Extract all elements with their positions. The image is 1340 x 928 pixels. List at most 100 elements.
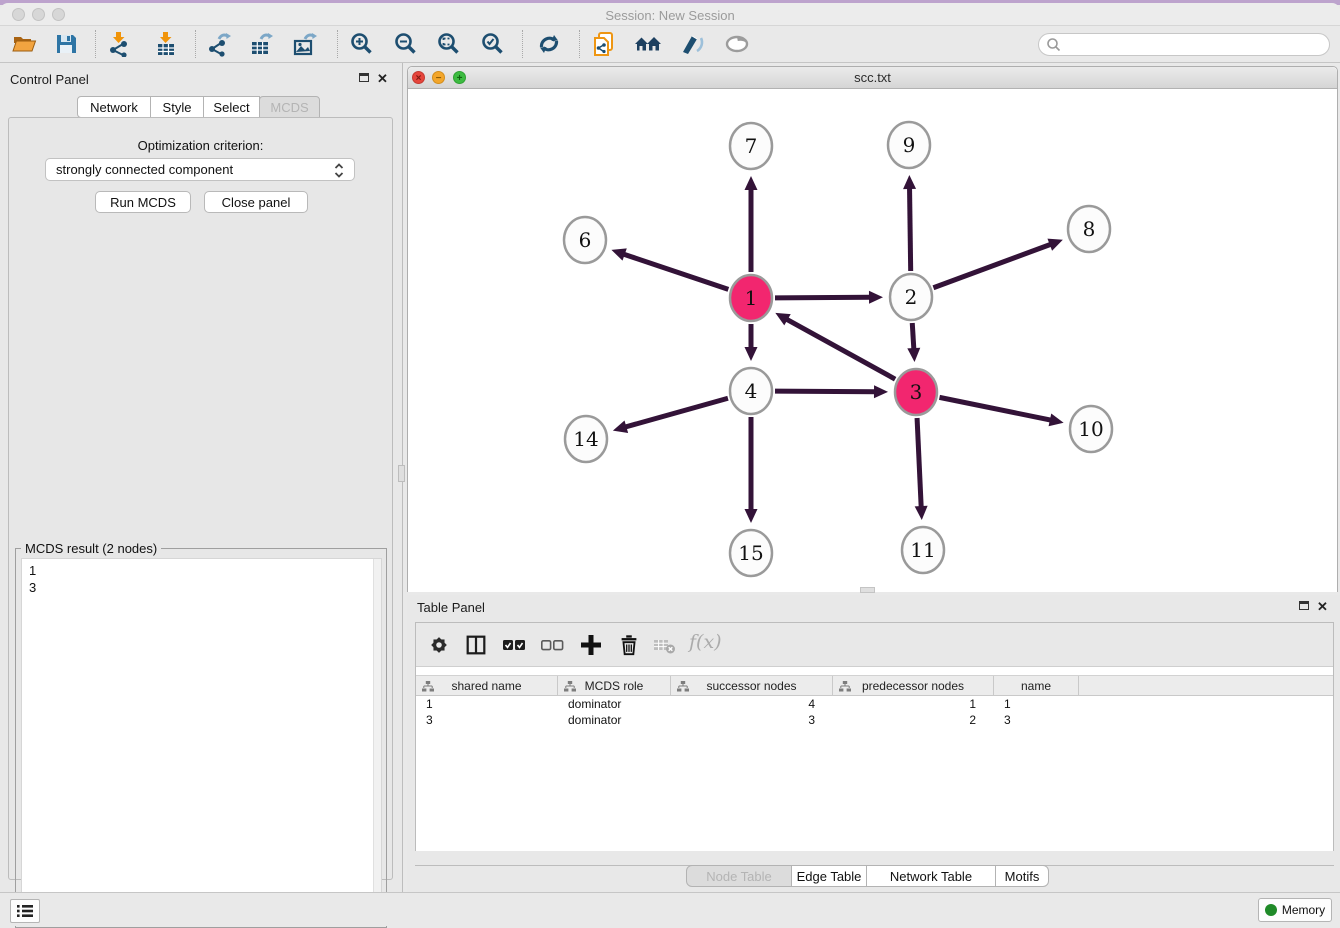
delete-column-icon[interactable]	[614, 630, 644, 660]
network-window-title: scc.txt	[408, 70, 1337, 85]
optimization-criterion-select[interactable]: strongly connected component	[45, 158, 355, 181]
select-all-columns-icon[interactable]	[499, 630, 529, 660]
search-field[interactable]	[1038, 33, 1330, 56]
tab-select[interactable]: Select	[203, 96, 260, 118]
graph-edge-arrowhead	[1049, 414, 1064, 427]
export-table-icon[interactable]	[247, 28, 275, 60]
network-graph: 7968124314101511	[408, 89, 1337, 592]
export-network-icon[interactable]	[205, 28, 233, 60]
float-panel-icon[interactable]	[1299, 601, 1309, 610]
selected-option: strongly connected component	[56, 162, 233, 177]
graph-edge-arrowhead	[745, 509, 758, 523]
refresh-network-icon[interactable]	[535, 28, 563, 60]
graph-edge-arrowhead	[907, 348, 920, 362]
close-panel-icon[interactable]: ✕	[377, 73, 388, 84]
first-neighbors-icon[interactable]	[634, 28, 662, 60]
style-brush-icon[interactable]	[678, 28, 706, 60]
table-panel-footer	[415, 851, 1334, 865]
result-line: 3	[29, 579, 381, 596]
column-header-mcds-role[interactable]: MCDS role	[558, 676, 671, 695]
graph-edge-1-6[interactable]	[623, 254, 729, 290]
graph-edge-2-3[interactable]	[912, 323, 914, 350]
status-bar: Memory	[0, 892, 1340, 926]
optimization-criterion-label: Optimization criterion:	[9, 138, 392, 153]
graph-edge-2-9[interactable]	[910, 187, 911, 271]
horizontal-splitter-handle[interactable]	[860, 587, 875, 593]
add-column-icon[interactable]	[576, 630, 606, 660]
column-type-icon	[564, 681, 576, 693]
export-image-icon[interactable]	[290, 28, 318, 60]
close-panel-button[interactable]: Close panel	[204, 191, 308, 213]
graph-node-label: 6	[579, 228, 592, 252]
float-panel-icon[interactable]	[359, 73, 369, 82]
tab-style[interactable]: Style	[150, 96, 204, 118]
graph-edge-1-2[interactable]	[775, 297, 871, 298]
table-header-row: shared name MCDS role successor nodes pr…	[416, 675, 1333, 696]
zoom-out-icon[interactable]	[392, 28, 420, 60]
graph-edge-4-3[interactable]	[775, 391, 876, 392]
graph-node-label: 1	[745, 286, 758, 310]
save-session-icon[interactable]	[52, 28, 80, 60]
list-icon	[16, 903, 34, 919]
memory-label: Memory	[1282, 903, 1325, 917]
graph-edge-arrowhead	[745, 176, 758, 190]
split-columns-icon[interactable]	[461, 630, 491, 660]
control-panel: Control Panel ✕ Network Style Select MCD…	[0, 63, 403, 892]
zoom-in-icon[interactable]	[348, 28, 376, 60]
table-row[interactable]: 3 dominator 3 2 3	[416, 712, 1333, 728]
node-table: shared name MCDS role successor nodes pr…	[416, 675, 1333, 728]
import-network-icon[interactable]	[105, 28, 133, 60]
tab-motifs[interactable]: Motifs	[995, 865, 1049, 887]
vertical-splitter-handle[interactable]	[398, 465, 405, 482]
memory-status-icon	[1265, 904, 1277, 916]
column-header-shared-name[interactable]: shared name	[416, 676, 558, 695]
control-panel-tabs: Network Style Select MCDS	[77, 96, 320, 118]
tab-node-table[interactable]: Node Table	[686, 865, 792, 887]
settings-gear-icon[interactable]	[424, 630, 454, 660]
result-scrollbar[interactable]	[373, 559, 381, 921]
clone-network-icon[interactable]	[590, 28, 618, 60]
graph-edge-2-8[interactable]	[933, 244, 1051, 288]
column-header-name[interactable]: name	[994, 676, 1079, 695]
run-mcds-button[interactable]: Run MCDS	[95, 191, 191, 213]
zoom-fit-icon[interactable]	[435, 28, 463, 60]
graph-node-label: 11	[910, 538, 935, 562]
open-file-icon[interactable]	[10, 28, 38, 60]
column-header-predecessor-nodes[interactable]: predecessor nodes	[833, 676, 994, 695]
column-header-successor-nodes[interactable]: successor nodes	[671, 676, 833, 695]
unselect-all-columns-icon[interactable]	[537, 630, 567, 660]
graph-edge-3-10[interactable]	[939, 397, 1051, 420]
tab-network[interactable]: Network	[77, 96, 151, 118]
toolbar-separator	[95, 30, 96, 58]
app-titlebar: Session: New Session	[0, 3, 1340, 26]
zoom-selected-icon[interactable]	[479, 28, 507, 60]
graph-node-label: 4	[745, 379, 758, 403]
table-row[interactable]: 1 dominator 4 1 1	[416, 696, 1333, 712]
table-tabs: Node Table Edge Table Network Table Moti…	[686, 865, 1049, 887]
tab-edge-table[interactable]: Edge Table	[791, 865, 867, 887]
search-input[interactable]	[1062, 38, 1312, 52]
show-hide-eye-icon	[723, 28, 751, 60]
memory-button[interactable]: Memory	[1258, 898, 1332, 922]
graph-node-label: 9	[903, 133, 916, 157]
window-title: Session: New Session	[0, 8, 1340, 23]
graph-edge-arrowhead	[613, 420, 628, 432]
tab-network-table[interactable]: Network Table	[866, 865, 996, 887]
graph-edge-3-11[interactable]	[917, 418, 921, 508]
tab-mcds[interactable]: MCDS	[259, 96, 320, 118]
column-type-icon	[677, 681, 689, 693]
graph-edge-4-14[interactable]	[624, 398, 728, 427]
graph-node-label: 14	[573, 427, 598, 451]
graph-node-label: 8	[1083, 217, 1096, 241]
graph-edge-3-1[interactable]	[786, 319, 895, 379]
column-type-icon	[839, 681, 851, 693]
import-table-icon[interactable]	[152, 28, 180, 60]
network-canvas[interactable]: 7968124314101511	[408, 89, 1337, 592]
close-panel-icon[interactable]: ✕	[1317, 601, 1328, 612]
result-line: 1	[29, 562, 381, 579]
table-panel: Table Panel ✕	[407, 595, 1340, 892]
network-window-titlebar[interactable]: × − + scc.txt	[408, 67, 1337, 89]
graph-edge-arrowhead	[745, 347, 758, 361]
mcds-result-textarea[interactable]: 1 3	[21, 558, 382, 922]
task-history-button[interactable]	[10, 899, 40, 923]
